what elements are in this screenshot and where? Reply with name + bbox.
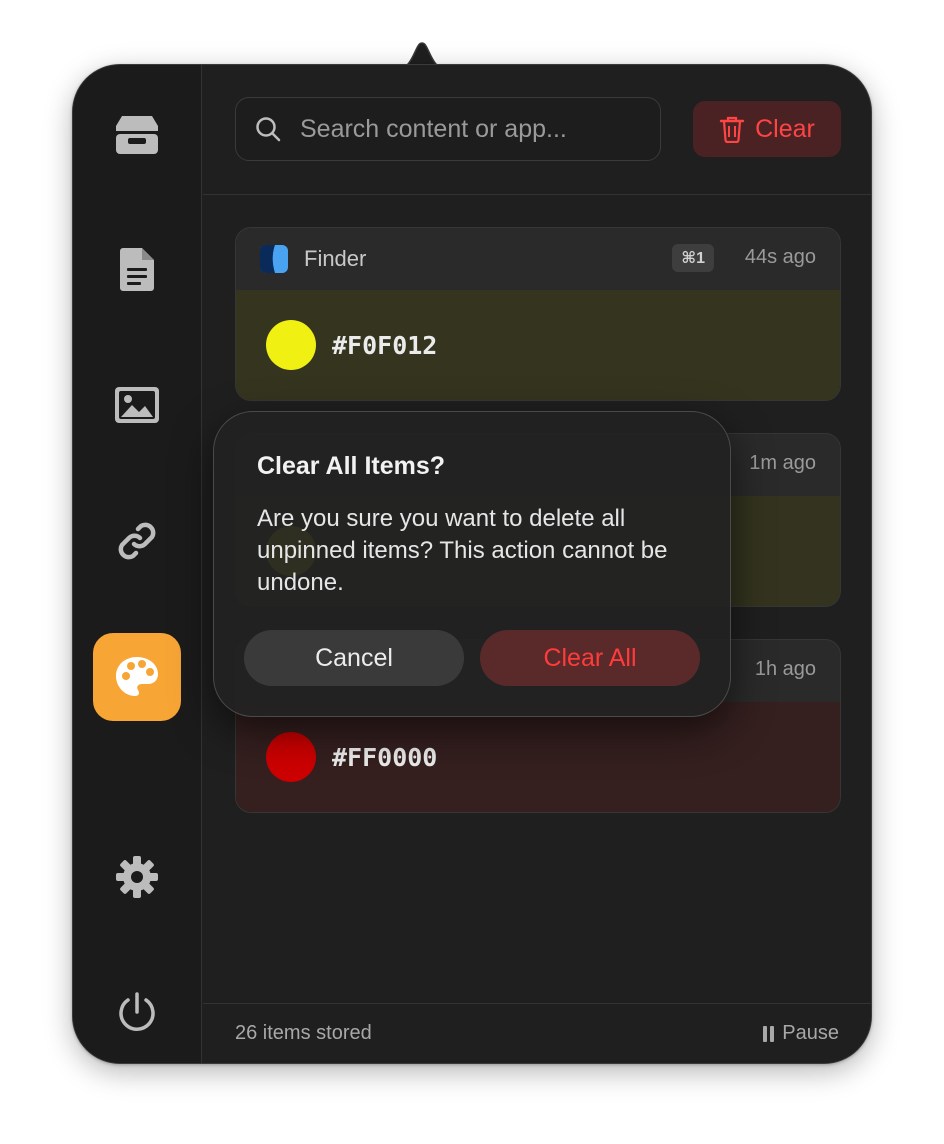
timestamp: 1h ago [754, 658, 816, 680]
shortcut-badge: ⌘1 [672, 244, 714, 272]
sidebar-item-all[interactable] [93, 91, 181, 179]
color-hex-value: #F0F012 [332, 330, 438, 360]
items-count: 26 items stored [235, 1022, 372, 1044]
trash-icon [719, 116, 745, 143]
pause-button[interactable]: Pause [763, 1022, 839, 1045]
search-field[interactable] [235, 97, 661, 161]
tray-icon [116, 116, 158, 154]
timestamp: 1m ago [749, 452, 816, 474]
clip-item-header: Finder ⌘1 44s ago [236, 228, 840, 290]
power-icon [119, 992, 155, 1031]
dialog-title: Clear All Items? [257, 452, 446, 480]
finder-app-icon [260, 245, 288, 273]
clip-item-content: #FF0000 [236, 702, 840, 812]
gear-icon [116, 856, 158, 898]
clip-item[interactable]: Finder ⌘1 44s ago #F0F012 [235, 227, 841, 401]
sidebar-item-links[interactable] [93, 497, 181, 585]
sidebar-item-images[interactable] [93, 361, 181, 449]
toolbar: Clear [203, 65, 871, 195]
dialog-message: Are you sure you want to delete all unpi… [257, 505, 668, 596]
clear-button-label: Clear [755, 114, 815, 143]
source-app-name: Finder [304, 246, 367, 271]
settings-button[interactable] [93, 833, 181, 921]
pause-label: Pause [782, 1022, 839, 1044]
clip-item-content: #F0F012 [236, 290, 840, 400]
document-icon [120, 248, 154, 291]
pause-icon [763, 1025, 775, 1042]
clear-button[interactable]: Clear [693, 101, 841, 157]
palette-icon [116, 657, 158, 696]
confirm-dialog: Clear All Items? Are you sure you want t… [213, 411, 731, 717]
color-swatch [266, 732, 316, 782]
color-swatch [266, 320, 316, 370]
image-icon [115, 387, 159, 423]
quit-button[interactable] [93, 969, 181, 1057]
cancel-button[interactable]: Cancel [244, 630, 464, 686]
sidebar-item-colors[interactable] [93, 633, 181, 721]
sidebar-item-text[interactable] [93, 225, 181, 313]
link-icon [118, 522, 156, 560]
timestamp: 44s ago [744, 246, 816, 268]
sidebar [73, 65, 202, 1063]
clear-all-button[interactable]: Clear All [480, 630, 700, 686]
status-bar: 26 items stored Pause [203, 1003, 871, 1063]
color-hex-value: #FF0000 [332, 742, 438, 772]
search-icon [256, 117, 281, 142]
search-input[interactable] [300, 114, 640, 144]
